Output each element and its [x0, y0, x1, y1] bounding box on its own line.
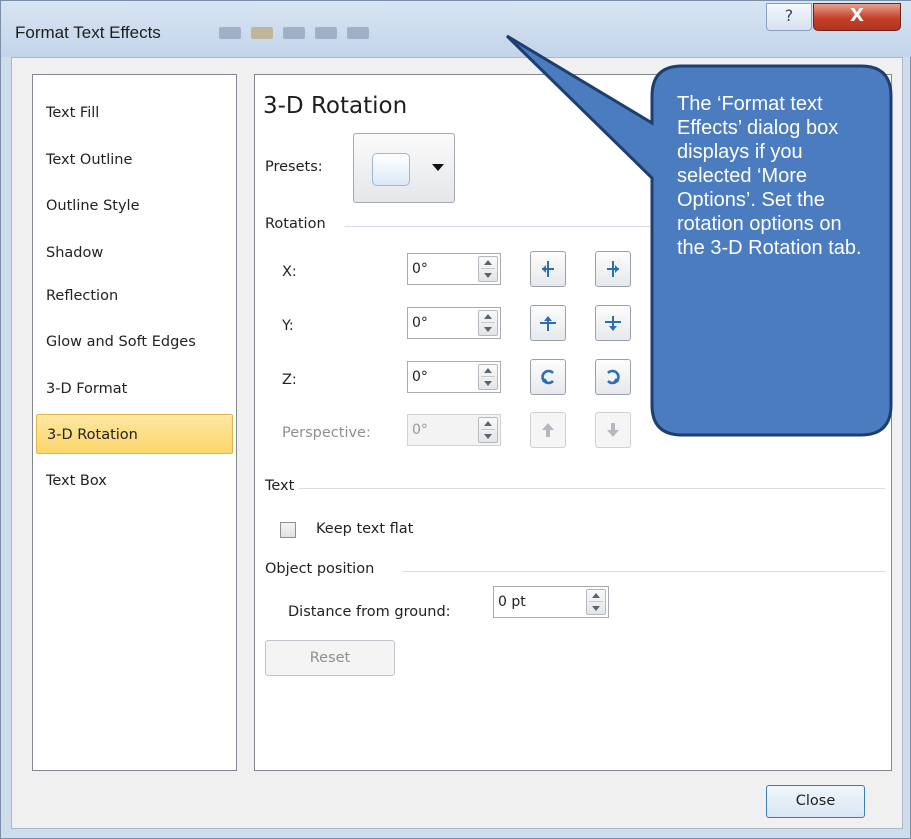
rotate-left-button[interactable]: [530, 251, 566, 287]
distance-from-ground-spinner[interactable]: 0 pt: [493, 586, 609, 618]
x-rotation-label: X:: [282, 264, 297, 280]
rotate-right-button[interactable]: [595, 251, 631, 287]
rotate-right-icon: [607, 261, 619, 277]
dialog-title: Format Text Effects: [15, 23, 161, 42]
x-rotation-spinner[interactable]: 0°: [407, 253, 501, 285]
rotation-group-label: Rotation: [265, 216, 326, 232]
nav-item-3d-rotation[interactable]: 3-D Rotation: [36, 414, 233, 454]
presets-dropdown[interactable]: [353, 133, 455, 203]
rotate-clockwise-button[interactable]: [595, 359, 631, 395]
y-rotation-value: 0°: [412, 315, 428, 331]
rotate-counterclockwise-button[interactable]: [530, 359, 566, 395]
reset-button: Reset: [265, 640, 395, 676]
nav-item-reflection[interactable]: Reflection: [36, 276, 233, 316]
spinner-arrows-icon[interactable]: [478, 310, 498, 336]
z-rotation-spinner[interactable]: 0°: [407, 361, 501, 393]
distance-from-ground-value: 0 pt: [498, 594, 526, 610]
perspective-label: Perspective:: [282, 425, 371, 441]
rotate-counterclockwise-icon: [541, 369, 554, 385]
nav-item-glow-soft-edges[interactable]: Glow and Soft Edges: [36, 322, 233, 362]
spinner-arrows-icon[interactable]: [586, 589, 606, 615]
title-bar: Format Text Effects ? X: [1, 1, 911, 57]
spinner-arrows-icon: [478, 417, 498, 443]
presets-label: Presets:: [265, 159, 323, 175]
rotation-divider: [345, 226, 650, 227]
keep-text-flat-label[interactable]: Keep text flat: [316, 521, 413, 537]
panel-title: 3-D Rotation: [263, 93, 408, 119]
text-group-label: Text: [265, 478, 295, 494]
nav-item-3d-format[interactable]: 3-D Format: [36, 369, 233, 409]
z-rotation-value: 0°: [412, 369, 428, 385]
nav-item-text-outline[interactable]: Text Outline: [36, 140, 233, 180]
spinner-arrows-icon[interactable]: [478, 364, 498, 390]
y-rotation-spinner[interactable]: 0°: [407, 307, 501, 339]
rotate-down-icon: [605, 316, 621, 331]
perspective-value: 0°: [412, 422, 428, 438]
close-button[interactable]: Close: [766, 785, 865, 818]
rotate-left-icon: [542, 261, 554, 277]
x-rotation-value: 0°: [412, 261, 428, 277]
window-close-button[interactable]: X: [813, 3, 901, 31]
help-button[interactable]: ?: [766, 3, 812, 31]
widen-perspective-icon: [607, 423, 619, 437]
y-rotation-label: Y:: [282, 318, 294, 334]
nav-item-text-box[interactable]: Text Box: [36, 461, 233, 501]
text-divider: [299, 488, 885, 489]
callout-text: The ‘Format text Effects’ dialog box dis…: [677, 93, 862, 259]
keep-text-flat-checkbox[interactable]: [280, 522, 296, 538]
nav-item-text-fill[interactable]: Text Fill: [36, 93, 233, 133]
rotate-up-icon: [540, 316, 556, 331]
object-position-divider: [403, 571, 885, 572]
blurred-ribbon-background: [219, 27, 369, 39]
narrow-field-of-view-button: [530, 412, 566, 448]
widen-field-of-view-button: [595, 412, 631, 448]
dropdown-arrow-icon: [432, 164, 444, 171]
nav-item-shadow[interactable]: Shadow: [36, 233, 233, 273]
perspective-spinner: 0°: [407, 414, 501, 446]
z-rotation-label: Z:: [282, 372, 297, 388]
distance-from-ground-label: Distance from ground:: [288, 604, 451, 620]
category-list: Text Fill Text Outline Outline Style Sha…: [32, 74, 237, 771]
object-position-group-label: Object position: [265, 561, 375, 577]
nav-item-outline-style[interactable]: Outline Style: [36, 186, 233, 226]
rotate-down-button[interactable]: [595, 305, 631, 341]
preset-swatch-icon: [372, 153, 410, 186]
rotate-clockwise-icon: [607, 369, 620, 385]
narrow-perspective-icon: [542, 423, 554, 437]
rotate-up-button[interactable]: [530, 305, 566, 341]
spinner-arrows-icon[interactable]: [478, 256, 498, 282]
